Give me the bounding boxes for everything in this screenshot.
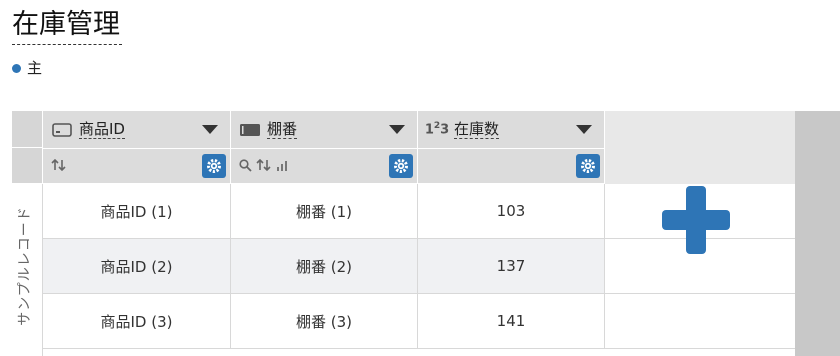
column-header-stock[interactable]: 123 在庫数	[418, 111, 605, 184]
gear-icon[interactable]	[576, 154, 600, 178]
table-cell[interactable]: 棚番 (2)	[231, 239, 418, 294]
chevron-down-icon[interactable]	[576, 125, 592, 134]
column-header-shelf[interactable]: 棚番	[231, 111, 418, 184]
table-cell[interactable]: 商品ID (3)	[43, 294, 231, 349]
bullet-dot-icon	[12, 63, 21, 73]
add-record-button[interactable]	[662, 186, 730, 254]
id-card-icon	[51, 122, 73, 138]
gear-icon[interactable]	[202, 154, 226, 178]
plus-icon-vertical	[686, 186, 706, 254]
gear-icon[interactable]	[389, 154, 413, 178]
subtitle-text: 主	[27, 59, 43, 77]
row-header-label: サンプルレコード	[17, 206, 33, 326]
table-cell[interactable]: 商品ID (1)	[43, 184, 231, 239]
chevron-down-icon[interactable]	[202, 125, 218, 134]
corner-divider	[12, 147, 43, 148]
sort-icon[interactable]	[256, 158, 272, 174]
table-cell[interactable]: 棚番 (3)	[231, 294, 418, 349]
column-header-product-id[interactable]: 商品ID	[43, 111, 231, 184]
row-header: サンプルレコード	[12, 184, 43, 356]
right-scroll-gutter[interactable]	[795, 111, 840, 356]
column-label: 棚番	[267, 120, 298, 139]
add-column-header-area	[605, 111, 795, 184]
bar-chart-icon[interactable]	[276, 159, 288, 174]
record-grid: 商品ID 棚番 123 在庫数 サンプルレコード 商品ID (1) 棚番 (1)…	[12, 111, 840, 356]
table-cell[interactable]: 137	[418, 239, 605, 294]
empty-cell	[605, 294, 795, 349]
search-icon[interactable]	[239, 158, 252, 175]
table-cell[interactable]: 141	[418, 294, 605, 349]
subtitle: 主	[12, 58, 42, 78]
grid-corner	[12, 111, 43, 184]
table-cell[interactable]: 103	[418, 184, 605, 239]
column-label: 商品ID	[79, 120, 125, 139]
number-icon: 123	[424, 121, 450, 138]
text-field-icon	[239, 122, 261, 138]
sort-icon[interactable]	[51, 158, 67, 174]
column-label: 在庫数	[454, 120, 500, 139]
table-cell[interactable]: 商品ID (2)	[43, 239, 231, 294]
page-title: 在庫管理	[12, 6, 122, 45]
chevron-down-icon[interactable]	[389, 125, 405, 134]
table-cell[interactable]: 棚番 (1)	[231, 184, 418, 239]
